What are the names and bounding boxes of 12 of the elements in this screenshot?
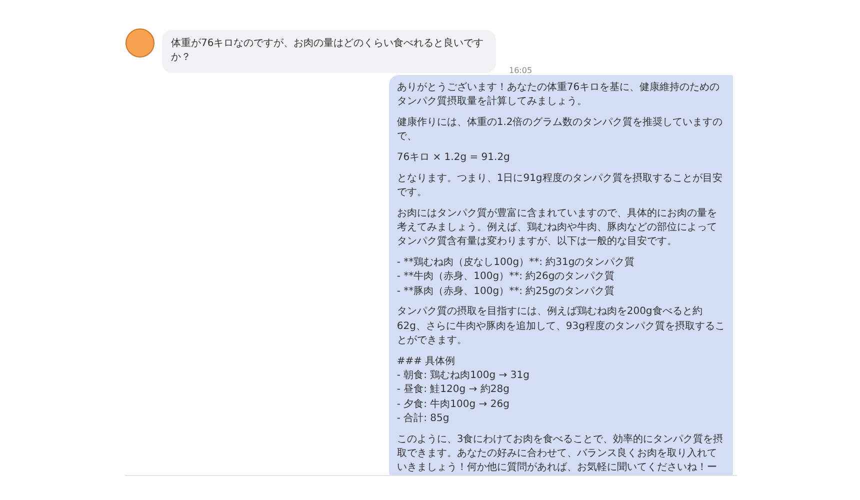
message-text: タンパク質の摂取を目指すには、例えば鶏むね肉を200g食べると約 62g、さらに牛肉や豚肉を追加して、93g程度のタンパク質を摂取するこ とができます。 — [396, 305, 725, 348]
message-text: 体重が76キロなのですが、お肉の量はどのくらい食べれると良いです か？ — [171, 37, 485, 66]
message-text: 76キロ × 1.2g = 91.2g — [396, 150, 511, 165]
message-text: このように、3食にわけてお肉を食べることで、効率的にタンパク質を摂 取できます。あなたの好みに合わせて、バランス良くお肉を取り入れて いきましょう！何か他に質問があれば、お気軽に聞いてくださいね！ー — [396, 432, 724, 476]
message-text: ありがとうございます！あなたの体重76キロを基に、健康維持のための タンパク質摂取量を計算してみましょう。 — [396, 80, 721, 109]
message-text: - **鶏むね肉（皮なし100g）**: 約31gのタンパク質 - **牛肉（赤身、100g）**: 約26gのタンパク質 - **豚肉（赤身、100g）**: 約25gのタンパク質 — [396, 256, 636, 299]
message-text: 健康作りには、体重の1.2倍のグラム数のタンパク質を推奨していますの で、 — [396, 116, 724, 144]
avatar-icon — [125, 28, 155, 58]
timestamp: 16:05 — [509, 66, 532, 75]
message-text: お肉にはタンパク質が豊富に含まれていますので、具体的にお肉の量を 考えてみましょう。例えば、鶏むね肉や牛肉、豚肉などの部位によって タンパク質含有量は変わりますが、以下は一般的な目安です。 — [396, 206, 718, 250]
message-text: ### 具体例 - 朝食: 鶏むね肉100g → 31g - 昼食: 鮭120g → 約28g - 夕食: 牛肉100g → 26g - 合計: 85g — [396, 354, 530, 426]
message-text: となります。つまり、1日に91g程度のタンパク質を摂取することが目安 です。 — [396, 172, 724, 200]
